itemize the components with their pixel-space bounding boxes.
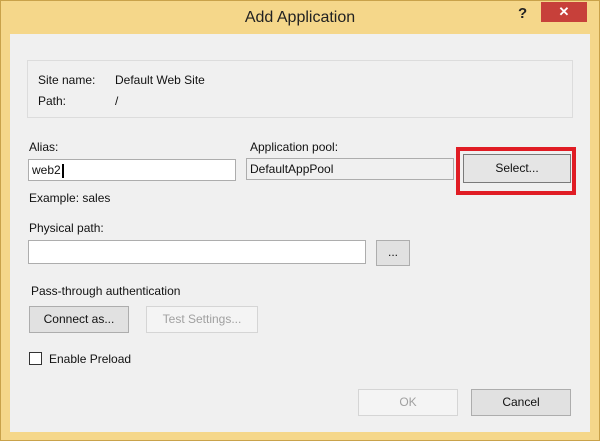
alias-label-text: Alias: [29,140,59,154]
alias-label: Alias: [29,140,58,154]
dialog-body: Site name: Default Web Site Path: / Alia… [10,34,590,432]
path-value: / [115,94,119,108]
path-label: Path: [38,94,67,108]
close-button[interactable]: ✕ [541,2,587,22]
dialog-window: Add Application ? ✕ Site name: Default W… [0,0,600,441]
dialog-title: Add Application [244,9,356,26]
enable-preload-label[interactable]: Enable Preload [49,352,131,366]
browse-button[interactable]: ... [376,240,410,266]
app-pool-label: Application pool: [250,140,339,154]
text-caret [61,163,64,178]
cancel-button[interactable]: Cancel [471,389,571,416]
auth-label: Pass-through authentication [31,284,181,298]
title-bar: Add Application ? ✕ [1,1,599,34]
site-name-value: Default Web Site [115,73,205,87]
site-name-label: Site name: [38,73,96,87]
ok-button: OK [358,389,458,416]
physical-path-input[interactable] [28,240,366,264]
test-settings-button: Test Settings... [146,306,258,333]
site-info-panel: Site name: Default Web Site Path: / [27,60,573,118]
physical-path-label: Physical path: [29,221,104,235]
alias-example: Example: sales [29,191,111,205]
enable-preload-checkbox[interactable] [29,352,42,365]
alias-input[interactable]: web2 [28,159,236,181]
connect-as-button[interactable]: Connect as... [29,306,129,333]
app-pool-field: DefaultAppPool [246,158,454,180]
help-icon[interactable]: ? [518,5,527,22]
alias-input-value: web2 [32,163,61,177]
highlight-box [456,147,576,195]
